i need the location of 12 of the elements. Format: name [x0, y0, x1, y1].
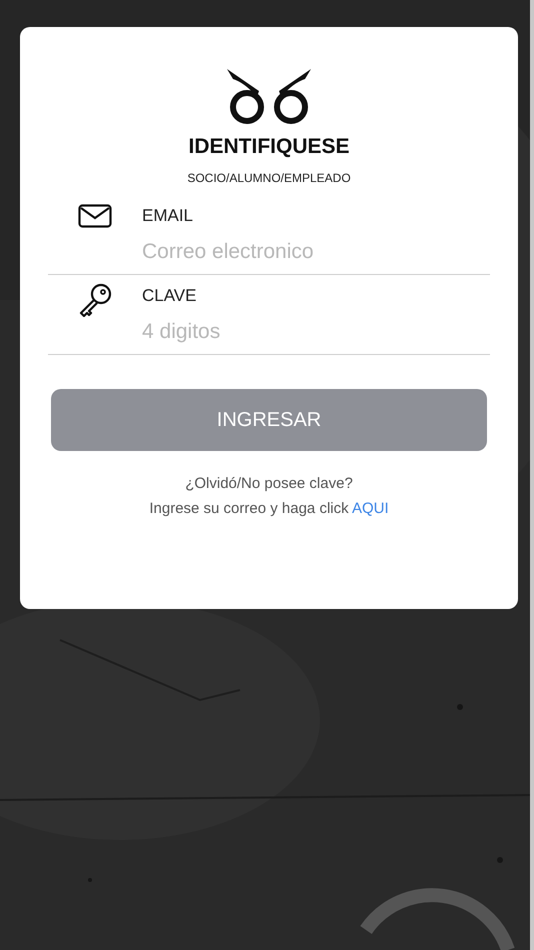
key-icon	[78, 283, 112, 317]
input-field[interactable]: 4 digitos	[142, 306, 490, 348]
help-link[interactable]: AQUI	[352, 500, 389, 517]
help-text: ¿Olvidó/No posee clave?	[185, 475, 353, 492]
scrollbar[interactable]	[530, 0, 534, 950]
help-text: Ingrese su correo y haga click	[149, 500, 349, 517]
field-label: EMAIL	[142, 205, 194, 226]
field-label: CLAVE	[142, 285, 198, 306]
login-subtitle: SOCIO/ALUMNO/EMPLEADO	[187, 171, 351, 185]
login-title: IDENTIFIQUESE	[188, 135, 350, 159]
envelope-icon	[78, 203, 112, 229]
input-field[interactable]: Correo electronico	[142, 226, 490, 268]
